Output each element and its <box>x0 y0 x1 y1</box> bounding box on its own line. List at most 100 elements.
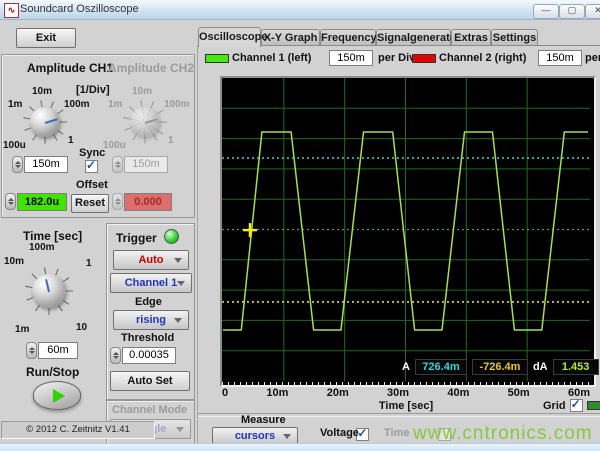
ch1-knob-label-1: 1 <box>68 135 74 146</box>
ch1-knob-label-1m: 1m <box>8 99 22 110</box>
maximize-icon: ▢ <box>568 5 577 15</box>
amplitude-ch1-spinner[interactable] <box>12 156 23 173</box>
tab-signalgenerator[interactable]: Signalgenerator <box>376 29 451 46</box>
ch1-knob-label-10m: 10m <box>32 86 52 97</box>
grid-control: Grid <box>541 399 600 412</box>
time-label: Time <box>384 427 409 439</box>
trigger-edge-value: rising <box>136 314 166 326</box>
auto-set-button[interactable]: Auto Set <box>110 371 190 391</box>
x-tick-50m: 50m <box>508 387 530 399</box>
channel1-label: Channel 1 (left) <box>232 52 311 64</box>
channel1-color-swatch <box>205 54 229 63</box>
chevron-down-icon <box>177 281 185 286</box>
sync-checkbox[interactable] <box>85 160 98 173</box>
offset-ch2-value[interactable]: 0.000 <box>124 193 172 211</box>
amplitude-ch1-title: Amplitude CH1 <box>27 61 113 75</box>
minimize-icon: — <box>542 5 551 15</box>
copyright-text: © 2012 C. Zeitnitz V1.41 <box>1 421 155 439</box>
offset-ch1-value[interactable]: 182.0u <box>17 193 67 211</box>
chevron-down-icon <box>174 258 182 263</box>
x-tick-0: 0 <box>222 387 228 399</box>
close-button[interactable]: ✕ <box>585 4 600 19</box>
channel1-per-div-value[interactable]: 150m <box>329 50 373 66</box>
readout-delta-value: 1.453 <box>553 359 599 375</box>
time-knob-label-100m: 100m <box>29 242 55 253</box>
voltage-label: Voltage <box>320 427 359 439</box>
amplitude-ch1-needle <box>45 118 58 124</box>
amplitude-ch2-needle <box>145 118 158 124</box>
x-tick-30m: 30m <box>387 387 409 399</box>
tab-settings[interactable]: Settings <box>491 29 538 46</box>
offset-ch2-spinner[interactable] <box>112 193 123 210</box>
channel2-label: Channel 2 (right) <box>439 52 526 64</box>
tab-page-left-border <box>197 45 198 443</box>
trigger-source-dropdown[interactable]: Channel 1 <box>110 273 192 293</box>
timebase-title: Time [sec] <box>23 229 82 243</box>
offset-label: Offset <box>76 179 108 191</box>
scope-display[interactable] <box>220 76 596 387</box>
ch2-knob-label-10m: 10m <box>132 86 152 97</box>
x-tick-40m: 40m <box>447 387 469 399</box>
offset-reset-button[interactable]: Reset <box>71 194 109 213</box>
maximize-button[interactable]: ▢ <box>559 4 585 19</box>
ch2-knob-label-100m: 100m <box>164 99 190 110</box>
ch1-knob-label-100m: 100m <box>64 99 90 110</box>
threshold-value[interactable]: 0.00035 <box>122 347 176 364</box>
channel2-per-div-label: per Div <box>585 52 600 64</box>
timebase-value[interactable]: 60m <box>38 342 78 359</box>
ch2-knob-label-100u: 100u <box>103 140 126 151</box>
timebase-knob[interactable] <box>32 274 66 308</box>
amplitude-ch1-knob[interactable] <box>30 107 60 137</box>
time-knob-label-10: 10 <box>76 322 87 333</box>
tab-extras[interactable]: Extras <box>451 29 491 46</box>
title-bar: ∿ Soundcard Oszilloscope — ▢ ✕ <box>0 0 600 20</box>
trigger-mode-value: Auto <box>138 254 163 266</box>
grid-checkbox[interactable] <box>570 399 583 412</box>
soundcard-oscilloscope-window: { "window": { "title": "Soundcard Oszill… <box>0 0 600 450</box>
timebase-spinner[interactable] <box>26 342 37 359</box>
ch2-knob-label-1: 1 <box>168 135 174 146</box>
trigger-title: Trigger <box>116 231 157 245</box>
watermark-text: www.cntronics.com <box>413 423 593 445</box>
ch2-knob-label-1m: 1m <box>108 99 122 110</box>
minimize-button[interactable]: — <box>533 4 559 19</box>
x-tick-10m: 10m <box>266 387 288 399</box>
measure-mode-value: cursors <box>235 430 275 442</box>
window-title: Soundcard Oszilloscope <box>20 3 139 15</box>
amplitude-ch2-value[interactable]: 150m <box>124 156 168 173</box>
exit-button[interactable]: Exit <box>16 28 76 48</box>
app-icon: ∿ <box>4 3 19 18</box>
tab-frequency[interactable]: Frequency <box>320 29 376 46</box>
x-axis-ticks: 0 10m 20m 30m 40m 50m 60m <box>222 387 590 399</box>
amplitude-ch2-title: Amplitude CH2 <box>108 61 194 75</box>
amplitude-ch2-spinner[interactable] <box>112 156 123 173</box>
edge-label: Edge <box>135 296 162 308</box>
run-stop-label: Run/Stop <box>26 365 79 379</box>
timebase-needle <box>45 279 50 292</box>
threshold-spinner[interactable] <box>110 347 121 364</box>
ch1-knob-label-100u: 100u <box>3 140 26 151</box>
amplitude-ch1-value[interactable]: 150m <box>24 156 68 173</box>
tab-oscilloscope[interactable]: Oscilloscope <box>198 27 261 47</box>
channel-mode-label: Channel Mode <box>112 404 187 416</box>
x-tick-20m: 20m <box>327 387 349 399</box>
channel2-per-div-value[interactable]: 150m <box>538 50 582 66</box>
chevron-down-icon <box>283 434 291 439</box>
time-knob-label-1: 1 <box>86 258 92 269</box>
amplitude-unit-label: [1/Div] <box>76 84 110 96</box>
trigger-mode-dropdown[interactable]: Auto <box>113 250 189 270</box>
readout-a-label: A <box>402 361 410 373</box>
time-knob-label-10m: 10m <box>4 256 24 267</box>
trigger-edge-dropdown[interactable]: rising <box>113 310 189 330</box>
measure-title: Measure <box>241 414 286 426</box>
offset-ch1-spinner[interactable] <box>5 193 16 210</box>
x-axis-label: Time [sec] <box>222 400 590 412</box>
tab-xy-graph[interactable]: X-Y Graph <box>261 29 320 46</box>
run-stop-button[interactable] <box>33 381 81 410</box>
time-knob-label-1m: 1m <box>15 324 29 335</box>
readout-da-label: dA <box>533 361 548 373</box>
threshold-label: Threshold <box>121 332 174 344</box>
amplitude-ch2-knob[interactable] <box>130 107 160 137</box>
close-icon: ✕ <box>594 5 600 15</box>
readout-cursor1-value: 726.4m <box>415 359 467 375</box>
